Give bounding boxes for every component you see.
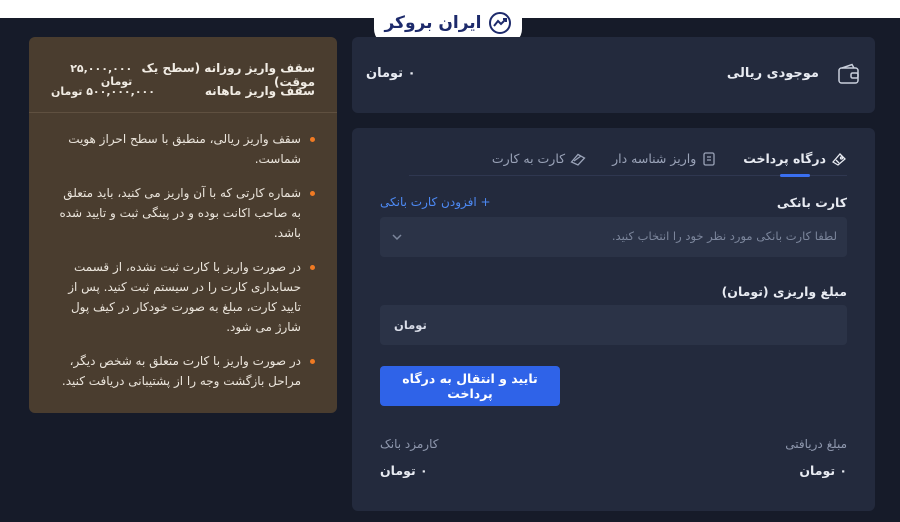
amount-unit: تومان [394,318,427,332]
deposit-limits: سقف واریز روزانه (سطح یک موقت) ۲۵,۰۰۰,۰۰… [29,37,337,113]
tab-payment-gateway[interactable]: درگاه پرداخت [743,142,847,176]
bank-fee-value: ۰ تومان [380,463,428,478]
note-item: در صورت واریز با کارت ثبت نشده، از قسمت … [51,257,315,337]
id-deposit-icon [703,151,715,166]
bank-card-select[interactable]: لطفا کارت بانکی مورد نظر خود را انتخاب ک… [380,217,847,257]
add-bank-card-link[interactable]: + افزودن کارت بانکی [380,195,491,209]
tab-label: درگاه پرداخت [743,151,826,166]
balance-value: ۰ تومان [366,66,416,81]
gateway-icon [831,152,846,166]
amount-label: مبلغ واریزی (تومان) [721,284,847,299]
deposit-notes: سقف واریز ریالی، منطبق با سطح احراز هویت… [51,129,315,405]
received-amount-value: ۰ تومان [799,463,847,478]
bank-card-placeholder: لطفا کارت بانکی مورد نظر خود را انتخاب ک… [611,229,837,243]
note-item: شماره کارتی که با آن واریز می کنید، باید… [51,183,315,243]
submit-gateway-button[interactable]: تایید و انتقال به درگاه پرداخت [380,366,560,406]
tab-label: واریز شناسه دار [612,151,697,166]
card-transfer-icon [570,153,586,166]
tab-card-to-card[interactable]: کارت به کارت [492,142,586,176]
balance-card: موجودی ریالی ۰ تومان [352,37,875,113]
monthly-limit-label: سقف واریز ماهانه [204,84,315,98]
bank-card-label: کارت بانکی [776,195,847,210]
bank-fee-label: کارمزد بانک [380,437,439,451]
deposit-info-card: سقف واریز روزانه (سطح یک موقت) ۲۵,۰۰۰,۰۰… [29,37,337,413]
tab-id-deposit[interactable]: واریز شناسه دار [612,142,717,176]
note-item: سقف واریز ریالی، منطبق با سطح احراز هویت… [51,129,315,169]
monthly-limit-row: سقف واریز ماهانه ۵۰۰,۰۰۰,۰۰۰ تومان [51,84,315,98]
chevron-down-icon [392,234,402,241]
payment-method-tabs: درگاه پرداخت واریز شناسه دار کارت به کار… [409,142,847,176]
balance-label: موجودی ریالی [726,66,819,81]
monthly-limit-value: ۵۰۰,۰۰۰,۰۰۰ تومان [51,84,155,98]
brand-logo-text: ایران بروکر [384,12,482,33]
note-item: در صورت واریز با کارت متعلق به شخص دیگر،… [51,351,315,391]
received-amount-label: مبلغ دریافتی [785,437,847,451]
tab-label: کارت به کارت [491,151,566,166]
amount-input[interactable]: تومان [380,305,847,345]
deposit-form-card: درگاه پرداخت واریز شناسه دار کارت به کار… [352,128,875,511]
brand-logo-icon [488,11,511,34]
wallet-icon [838,63,859,84]
